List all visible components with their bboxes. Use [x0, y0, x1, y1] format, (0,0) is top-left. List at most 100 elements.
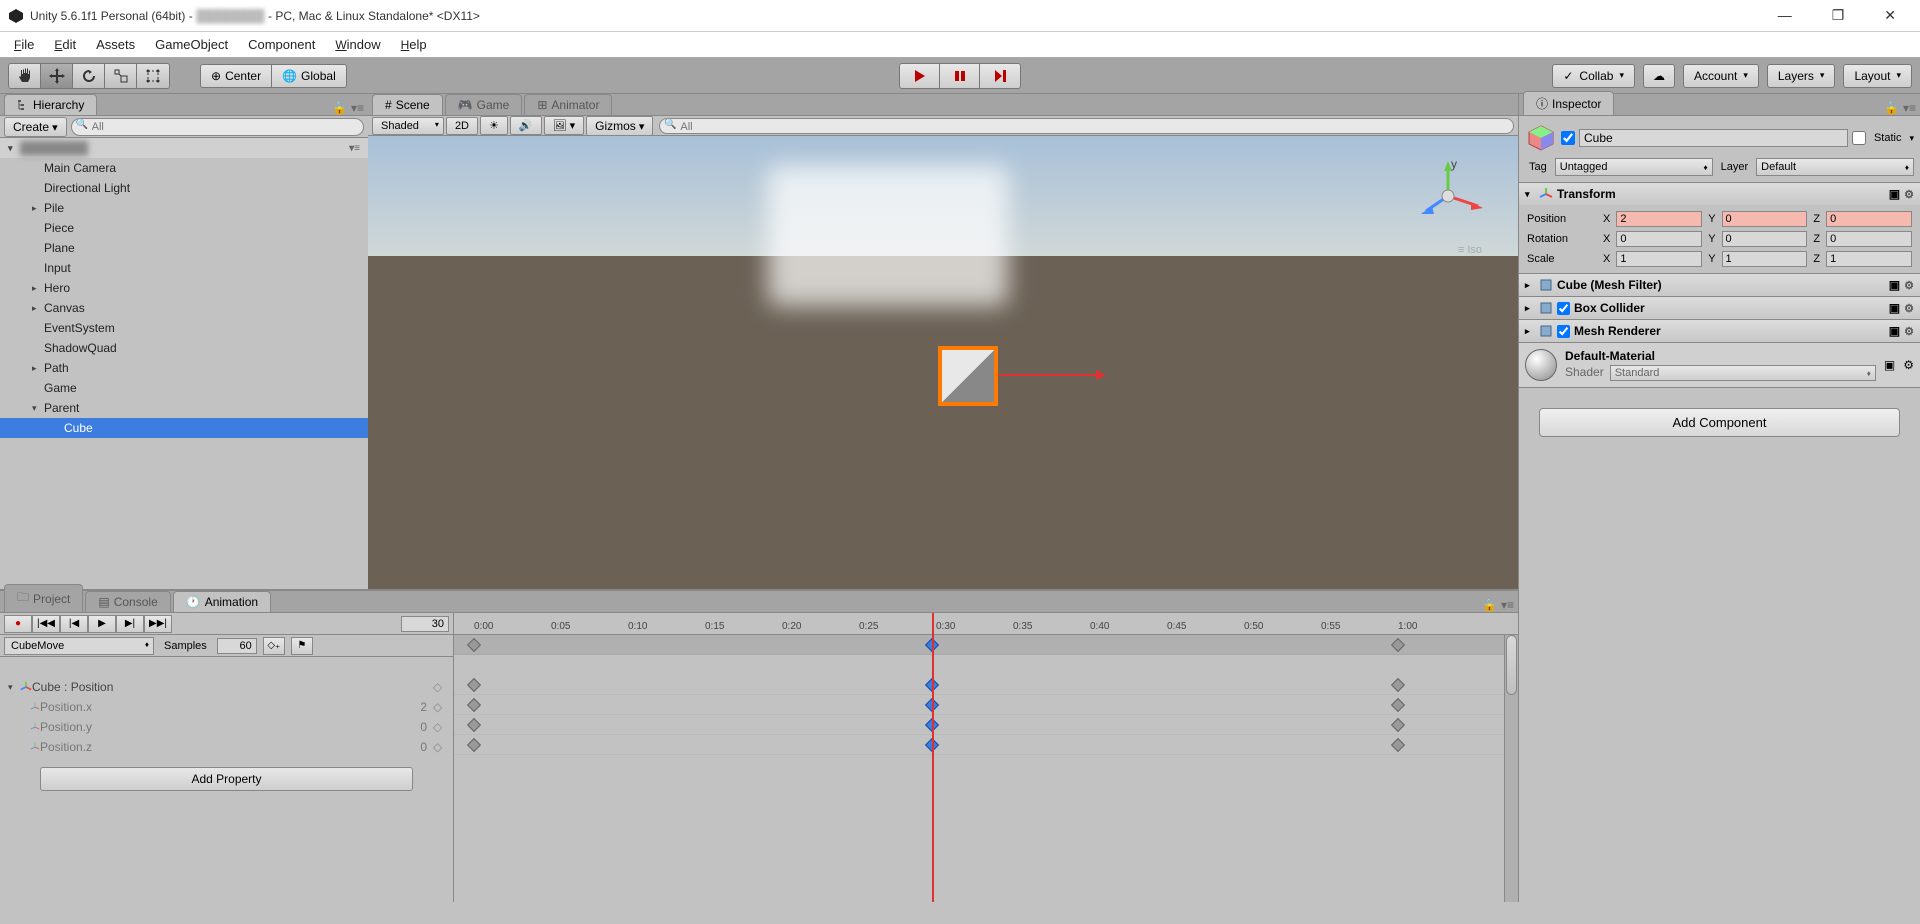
menu-window[interactable]: Window	[325, 33, 390, 56]
orientation-gizmo[interactable]: y	[1408, 156, 1488, 236]
scale-x-field[interactable]	[1616, 251, 1702, 267]
close-button[interactable]: ✕	[1876, 7, 1904, 24]
dope-row[interactable]	[454, 675, 1518, 695]
menu-component[interactable]: Component	[238, 33, 325, 56]
keyframe[interactable]	[1391, 677, 1405, 691]
hierarchy-item[interactable]: ▸Hero	[0, 278, 368, 298]
hierarchy-item[interactable]: ShadowQuad	[0, 338, 368, 358]
help-icon[interactable]: ▣	[1889, 278, 1900, 292]
layout-dropdown[interactable]: Layout ▾	[1843, 64, 1912, 88]
rotate-tool[interactable]	[73, 64, 105, 88]
component-enabled-checkbox[interactable]	[1557, 302, 1570, 315]
add-component-button[interactable]: Add Component	[1539, 408, 1900, 437]
scene-root[interactable]: ▾████████▾≡	[0, 138, 368, 158]
menu-help[interactable]: Help	[391, 33, 437, 56]
console-tab[interactable]: ▤ Console	[85, 591, 170, 612]
gear-icon[interactable]: ⚙	[1904, 188, 1914, 201]
inspector-tab[interactable]: ⓘ Inspector	[1523, 91, 1614, 115]
menu-assets[interactable]: Assets	[86, 33, 145, 56]
keyframe[interactable]	[467, 677, 481, 691]
transform-component-header[interactable]: ▾ Transform ▣ ⚙	[1519, 183, 1920, 205]
hand-tool[interactable]	[9, 64, 41, 88]
keyframe[interactable]	[1391, 737, 1405, 751]
playhead[interactable]	[932, 613, 934, 902]
keyframe[interactable]	[467, 717, 481, 731]
anim-property[interactable]: Position.z0◇	[0, 737, 453, 757]
maximize-button[interactable]: ❐	[1824, 7, 1853, 24]
hierarchy-item[interactable]: ▸Path	[0, 358, 368, 378]
component-enabled-checkbox[interactable]	[1557, 325, 1570, 338]
gear-icon[interactable]: ⚙	[1903, 358, 1914, 372]
dope-row[interactable]	[454, 715, 1518, 735]
scene-search[interactable]	[659, 118, 1514, 134]
hierarchy-create-button[interactable]: Create ▾	[4, 117, 67, 137]
scale-y-field[interactable]	[1722, 251, 1808, 267]
step-button[interactable]	[980, 64, 1020, 88]
keyframe[interactable]	[1391, 697, 1405, 711]
dope-summary-row[interactable]	[454, 635, 1518, 655]
hierarchy-item[interactable]: Piece	[0, 218, 368, 238]
animation-tab[interactable]: 🕐 Animation	[173, 591, 271, 612]
hierarchy-item[interactable]: Plane	[0, 238, 368, 258]
gameobject-name-field[interactable]	[1579, 129, 1848, 147]
pivot-mode-button[interactable]: ⊕ Center	[201, 65, 272, 87]
gear-icon[interactable]: ⚙	[1904, 325, 1914, 338]
position-y-field[interactable]	[1722, 211, 1808, 227]
keyframe[interactable]	[467, 737, 481, 751]
selected-cube[interactable]	[938, 346, 998, 406]
panel-menu-icon[interactable]: ▾≡	[1903, 101, 1916, 115]
lock-icon[interactable]: 🔒	[1884, 101, 1899, 115]
anim-play-button[interactable]: ▶	[88, 615, 116, 633]
shading-dropdown[interactable]: Shaded	[372, 117, 444, 135]
add-event-button[interactable]: ⚑	[291, 637, 313, 655]
project-tab[interactable]: 🗀 Project	[4, 584, 83, 612]
help-icon[interactable]: ▣	[1884, 358, 1895, 372]
panel-menu-icon[interactable]: ▾≡	[351, 101, 364, 115]
pause-button[interactable]	[940, 64, 980, 88]
hierarchy-item[interactable]: ▸Canvas	[0, 298, 368, 318]
prop-root[interactable]: ▾ Cube : Position ◇	[0, 677, 453, 697]
animation-timeline[interactable]: 0:000:050:100:150:200:250:300:350:400:45…	[454, 613, 1518, 902]
lock-icon[interactable]: 🔒	[332, 101, 347, 115]
position-z-field[interactable]	[1826, 211, 1912, 227]
samples-field[interactable]	[217, 638, 257, 654]
hierarchy-item[interactable]: Game	[0, 378, 368, 398]
gear-icon[interactable]: ⚙	[1904, 279, 1914, 292]
scale-z-field[interactable]	[1826, 251, 1912, 267]
2d-toggle[interactable]: 2D	[446, 117, 478, 135]
panel-menu-icon[interactable]: ▾≡	[1501, 598, 1514, 612]
next-key-button[interactable]: ▶|	[116, 615, 144, 633]
x-axis-arrow[interactable]	[998, 374, 1098, 376]
help-icon[interactable]: ▣	[1889, 187, 1900, 201]
lighting-toggle[interactable]: ☀	[480, 116, 508, 135]
gear-icon[interactable]: ⚙	[1904, 302, 1914, 315]
help-icon[interactable]: ▣	[1889, 324, 1900, 338]
rotation-z-field[interactable]	[1826, 231, 1912, 247]
layer-dropdown[interactable]: Default	[1756, 158, 1914, 176]
collab-dropdown[interactable]: ✓ Collab ▾	[1552, 64, 1635, 88]
lock-icon[interactable]: 🔒	[1482, 598, 1497, 612]
move-tool[interactable]	[41, 64, 73, 88]
dope-row[interactable]	[454, 695, 1518, 715]
timeline-scrollbar[interactable]	[1504, 635, 1518, 902]
hierarchy-item[interactable]: EventSystem	[0, 318, 368, 338]
animator-tab[interactable]: ⊞ Animator	[524, 94, 612, 115]
component-header[interactable]: ▸Box Collider▣⚙	[1519, 297, 1920, 319]
scene-tab[interactable]: # Scene	[372, 94, 443, 115]
rotation-y-field[interactable]	[1722, 231, 1808, 247]
component-header[interactable]: ▸Cube (Mesh Filter)▣⚙	[1519, 274, 1920, 296]
clip-dropdown[interactable]: CubeMove	[4, 637, 154, 655]
minimize-button[interactable]: —	[1770, 7, 1800, 24]
gameobject-enabled-checkbox[interactable]	[1561, 131, 1575, 145]
fx-toggle[interactable]: 🖼 ▾	[544, 116, 585, 135]
keyframe[interactable]	[467, 637, 481, 651]
keyframe[interactable]	[1391, 717, 1405, 731]
tag-dropdown[interactable]: Untagged	[1555, 158, 1713, 176]
dope-row[interactable]	[454, 735, 1518, 755]
hierarchy-item[interactable]: ▾Parent	[0, 398, 368, 418]
anim-property[interactable]: Position.x2◇	[0, 697, 453, 717]
hierarchy-item[interactable]: Directional Light	[0, 178, 368, 198]
prev-key-button[interactable]: |◀	[60, 615, 88, 633]
play-button[interactable]	[900, 64, 940, 88]
hierarchy-item[interactable]: Main Camera	[0, 158, 368, 178]
